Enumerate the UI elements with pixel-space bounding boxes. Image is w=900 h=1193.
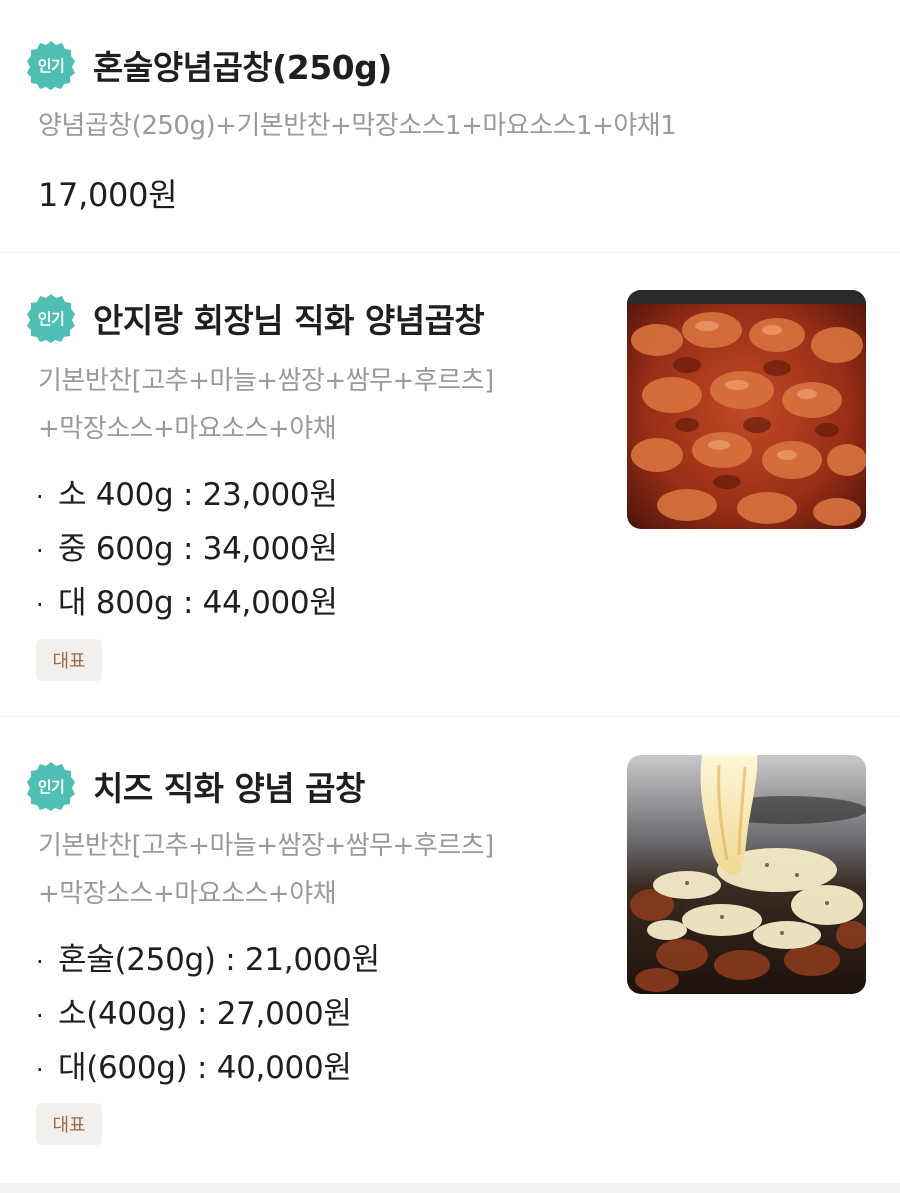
price-options: · 소 400g : 23,000원 · 중 600g : 34,000원 · 대 8… <box>36 469 338 631</box>
description-line: 기본반찬[고추+마늘+쌈장+쌈무+후르츠] <box>38 366 494 396</box>
badge-label: 인기 <box>37 309 65 328</box>
popular-badge: 인기 <box>26 40 76 90</box>
item-description: 양념곱창(250g)+기본반찬+막장소스1+마요소스1+야채1 <box>38 102 677 150</box>
price-option: · 대 800g : 44,000원 <box>36 585 338 621</box>
price-option: · 소 400g : 23,000원 <box>36 477 338 513</box>
item-title: 혼술양념곱창(250g) <box>93 48 392 87</box>
badge-label: 인기 <box>37 777 65 796</box>
menu-item[interactable]: 인기 안지랑 회장님 직화 양념곱창 기본반찬[고추+마늘+쌈장+쌈무+후르츠]… <box>0 253 900 716</box>
item-description: 기본반찬[고추+마늘+쌈장+쌈무+후르츠] +막장소스+마요소스+야채 <box>38 357 494 453</box>
menu-item[interactable]: 인기 치즈 직화 양념 곱창 기본반찬[고추+마늘+쌈장+쌈무+후르츠] +막장… <box>0 717 900 1183</box>
popular-badge: 인기 <box>26 761 76 811</box>
price-option: · 혼술(250g) : 21,000원 <box>36 942 380 978</box>
price-options: · 혼술(250g) : 21,000원 · 소(400g) : 27,000원 ·… <box>36 934 380 1096</box>
item-title: 치즈 직화 양념 곱창 <box>93 769 365 808</box>
cheese-gopchang-image[interactable] <box>627 755 866 994</box>
item-description: 기본반찬[고추+마늘+쌈장+쌈무+후르츠] +막장소스+마요소스+야채 <box>38 822 494 918</box>
badge-label: 인기 <box>37 56 65 75</box>
price-option: · 소(400g) : 27,000원 <box>36 996 352 1032</box>
spicy-gopchang-image[interactable] <box>627 290 866 529</box>
bottom-separator <box>0 1183 900 1193</box>
description-line: 기본반찬[고추+마늘+쌈장+쌈무+후르츠] <box>38 831 494 861</box>
menu-item[interactable]: 인기 혼술양념곱창(250g) 양념곱창(250g)+기본반찬+막장소스1+마요… <box>0 0 900 252</box>
representative-tag: 대표 <box>36 639 102 681</box>
popular-badge: 인기 <box>26 293 76 343</box>
item-price: 17,000원 <box>38 176 178 214</box>
description-line: +막장소스+마요소스+야채 <box>38 879 337 909</box>
description-line: 양념곱창(250g)+기본반찬+막장소스1+마요소스1+야채1 <box>38 111 677 141</box>
price-option: · 대(600g) : 40,000원 <box>36 1050 352 1086</box>
price-option: · 중 600g : 34,000원 <box>36 531 338 567</box>
representative-tag: 대표 <box>36 1103 102 1145</box>
item-title: 안지랑 회장님 직화 양념곱창 <box>93 301 485 340</box>
description-line: +막장소스+마요소스+야채 <box>38 414 337 444</box>
